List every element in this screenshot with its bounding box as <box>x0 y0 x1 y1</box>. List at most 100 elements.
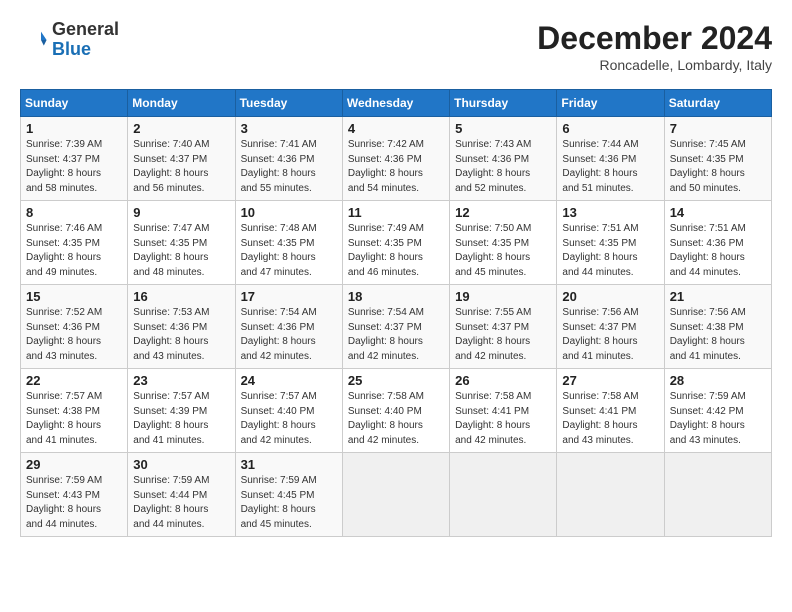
day-info: Sunrise: 7:50 AMSunset: 4:35 PMDaylight:… <box>455 222 551 280</box>
day-number: 9 <box>133 205 229 220</box>
calendar-cell: 31Sunrise: 7:59 AMSunset: 4:45 PMDayligh… <box>235 453 342 537</box>
day-info: Sunrise: 7:51 AMSunset: 4:35 PMDaylight:… <box>562 222 658 280</box>
day-info: Sunrise: 7:42 AMSunset: 4:36 PMDaylight:… <box>348 138 444 196</box>
calendar-cell: 9 Sunrise: 7:47 AMSunset: 4:35 PMDaylight… <box>128 201 235 285</box>
logo: General Blue <box>20 20 119 60</box>
title-block: December 2024 Roncadelle, Lombardy, Ital… <box>537 20 772 73</box>
col-friday: Friday <box>557 90 664 117</box>
day-number: 25 <box>348 373 444 388</box>
calendar-cell: 15 Sunrise: 7:52 AMSunset: 4:36 PMDayligh… <box>21 285 128 369</box>
day-info: Sunrise: 7:57 AMSunset: 4:40 PMDaylight:… <box>241 390 337 448</box>
calendar-cell: 4 Sunrise: 7:42 AMSunset: 4:36 PMDaylight… <box>342 117 449 201</box>
calendar-body: 1 Sunrise: 7:39 AMSunset: 4:37 PMDaylight… <box>21 117 772 537</box>
calendar-cell: 25 Sunrise: 7:58 AMSunset: 4:40 PMDayligh… <box>342 369 449 453</box>
day-number: 12 <box>455 205 551 220</box>
day-info: Sunrise: 7:58 AMSunset: 4:41 PMDaylight:… <box>455 390 551 448</box>
calendar-cell: 18Sunrise: 7:54 AMSunset: 4:37 PMDayligh… <box>342 285 449 369</box>
day-info: Sunrise: 7:45 AMSunset: 4:35 PMDaylight:… <box>670 138 766 196</box>
day-number: 28 <box>670 373 766 388</box>
day-number: 6 <box>562 121 658 136</box>
day-info: Sunrise: 7:57 AMSunset: 4:38 PMDaylight:… <box>26 390 122 448</box>
calendar-cell: 21 Sunrise: 7:56 AMSunset: 4:38 PMDayligh… <box>664 285 771 369</box>
day-info: Sunrise: 7:58 AMSunset: 4:40 PMDaylight:… <box>348 390 444 448</box>
calendar-cell: 29Sunrise: 7:59 AMSunset: 4:43 PMDayligh… <box>21 453 128 537</box>
day-info: Sunrise: 7:46 AMSunset: 4:35 PMDaylight:… <box>26 222 122 280</box>
day-number: 16 <box>133 289 229 304</box>
day-info: Sunrise: 7:44 AMSunset: 4:36 PMDaylight:… <box>562 138 658 196</box>
day-info: Sunrise: 7:59 AMSunset: 4:42 PMDaylight:… <box>670 390 766 448</box>
day-info: Sunrise: 7:41 AMSunset: 4:36 PMDaylight:… <box>241 138 337 196</box>
day-number: 1 <box>26 121 122 136</box>
col-monday: Monday <box>128 90 235 117</box>
calendar-cell: 13Sunrise: 7:51 AMSunset: 4:35 PMDayligh… <box>557 201 664 285</box>
page-header: General Blue December 2024 Roncadelle, L… <box>20 20 772 73</box>
day-info: Sunrise: 7:54 AMSunset: 4:37 PMDaylight:… <box>348 306 444 364</box>
day-number: 5 <box>455 121 551 136</box>
day-number: 14 <box>670 205 766 220</box>
day-info: Sunrise: 7:58 AMSunset: 4:41 PMDaylight:… <box>562 390 658 448</box>
location: Roncadelle, Lombardy, Italy <box>537 57 772 73</box>
day-number: 23 <box>133 373 229 388</box>
day-number: 20 <box>562 289 658 304</box>
calendar-cell: 3Sunrise: 7:41 AMSunset: 4:36 PMDaylight… <box>235 117 342 201</box>
calendar-cell: 8 Sunrise: 7:46 AMSunset: 4:35 PMDaylight… <box>21 201 128 285</box>
col-saturday: Saturday <box>664 90 771 117</box>
day-number: 24 <box>241 373 337 388</box>
day-number: 17 <box>241 289 337 304</box>
col-sunday: Sunday <box>21 90 128 117</box>
day-info: Sunrise: 7:40 AMSunset: 4:37 PMDaylight:… <box>133 138 229 196</box>
calendar-cell <box>664 453 771 537</box>
calendar-row: 22 Sunrise: 7:57 AMSunset: 4:38 PMDayligh… <box>21 369 772 453</box>
day-info: Sunrise: 7:56 AMSunset: 4:38 PMDaylight:… <box>670 306 766 364</box>
day-info: Sunrise: 7:57 AMSunset: 4:39 PMDaylight:… <box>133 390 229 448</box>
day-number: 8 <box>26 205 122 220</box>
calendar-cell: 16Sunrise: 7:53 AMSunset: 4:36 PMDayligh… <box>128 285 235 369</box>
day-info: Sunrise: 7:49 AMSunset: 4:35 PMDaylight:… <box>348 222 444 280</box>
calendar-cell: 2 Sunrise: 7:40 AMSunset: 4:37 PMDaylight… <box>128 117 235 201</box>
calendar-cell: 12 Sunrise: 7:50 AMSunset: 4:35 PMDayligh… <box>450 201 557 285</box>
calendar-cell: 19Sunrise: 7:55 AMSunset: 4:37 PMDayligh… <box>450 285 557 369</box>
day-number: 4 <box>348 121 444 136</box>
day-info: Sunrise: 7:47 AMSunset: 4:35 PMDaylight:… <box>133 222 229 280</box>
day-number: 27 <box>562 373 658 388</box>
calendar-cell: 20Sunrise: 7:56 AMSunset: 4:37 PMDayligh… <box>557 285 664 369</box>
day-info: Sunrise: 7:59 AMSunset: 4:45 PMDaylight:… <box>241 474 337 532</box>
day-number: 26 <box>455 373 551 388</box>
logo-icon <box>20 26 48 54</box>
day-number: 22 <box>26 373 122 388</box>
day-info: Sunrise: 7:55 AMSunset: 4:37 PMDaylight:… <box>455 306 551 364</box>
calendar-cell: 7Sunrise: 7:45 AMSunset: 4:35 PMDaylight… <box>664 117 771 201</box>
calendar-row: 29Sunrise: 7:59 AMSunset: 4:43 PMDayligh… <box>21 453 772 537</box>
calendar-cell: 26 Sunrise: 7:58 AMSunset: 4:41 PMDayligh… <box>450 369 557 453</box>
day-info: Sunrise: 7:52 AMSunset: 4:36 PMDaylight:… <box>26 306 122 364</box>
calendar-header: Sunday Monday Tuesday Wednesday Thursday… <box>21 90 772 117</box>
month-title: December 2024 <box>537 20 772 57</box>
day-number: 15 <box>26 289 122 304</box>
day-number: 30 <box>133 457 229 472</box>
calendar-cell: 11 Sunrise: 7:49 AMSunset: 4:35 PMDayligh… <box>342 201 449 285</box>
day-number: 21 <box>670 289 766 304</box>
col-wednesday: Wednesday <box>342 90 449 117</box>
day-info: Sunrise: 7:43 AMSunset: 4:36 PMDaylight:… <box>455 138 551 196</box>
day-number: 11 <box>348 205 444 220</box>
calendar-cell: 30Sunrise: 7:59 AMSunset: 4:44 PMDayligh… <box>128 453 235 537</box>
calendar-cell: 17 Sunrise: 7:54 AMSunset: 4:36 PMDayligh… <box>235 285 342 369</box>
day-number: 2 <box>133 121 229 136</box>
day-info: Sunrise: 7:48 AMSunset: 4:35 PMDaylight:… <box>241 222 337 280</box>
calendar-table: Sunday Monday Tuesday Wednesday Thursday… <box>20 89 772 537</box>
calendar-cell: 5 Sunrise: 7:43 AMSunset: 4:36 PMDaylight… <box>450 117 557 201</box>
calendar-cell <box>557 453 664 537</box>
calendar-cell <box>342 453 449 537</box>
calendar-cell: 23 Sunrise: 7:57 AMSunset: 4:39 PMDayligh… <box>128 369 235 453</box>
day-info: Sunrise: 7:51 AMSunset: 4:36 PMDaylight:… <box>670 222 766 280</box>
day-info: Sunrise: 7:59 AMSunset: 4:43 PMDaylight:… <box>26 474 122 532</box>
calendar-cell <box>450 453 557 537</box>
calendar-cell: 10Sunrise: 7:48 AMSunset: 4:35 PMDayligh… <box>235 201 342 285</box>
col-thursday: Thursday <box>450 90 557 117</box>
calendar-row: 15 Sunrise: 7:52 AMSunset: 4:36 PMDayligh… <box>21 285 772 369</box>
calendar-cell: 27 Sunrise: 7:58 AMSunset: 4:41 PMDayligh… <box>557 369 664 453</box>
calendar-cell: 1 Sunrise: 7:39 AMSunset: 4:37 PMDaylight… <box>21 117 128 201</box>
col-tuesday: Tuesday <box>235 90 342 117</box>
day-info: Sunrise: 7:39 AMSunset: 4:37 PMDaylight:… <box>26 138 122 196</box>
day-info: Sunrise: 7:54 AMSunset: 4:36 PMDaylight:… <box>241 306 337 364</box>
